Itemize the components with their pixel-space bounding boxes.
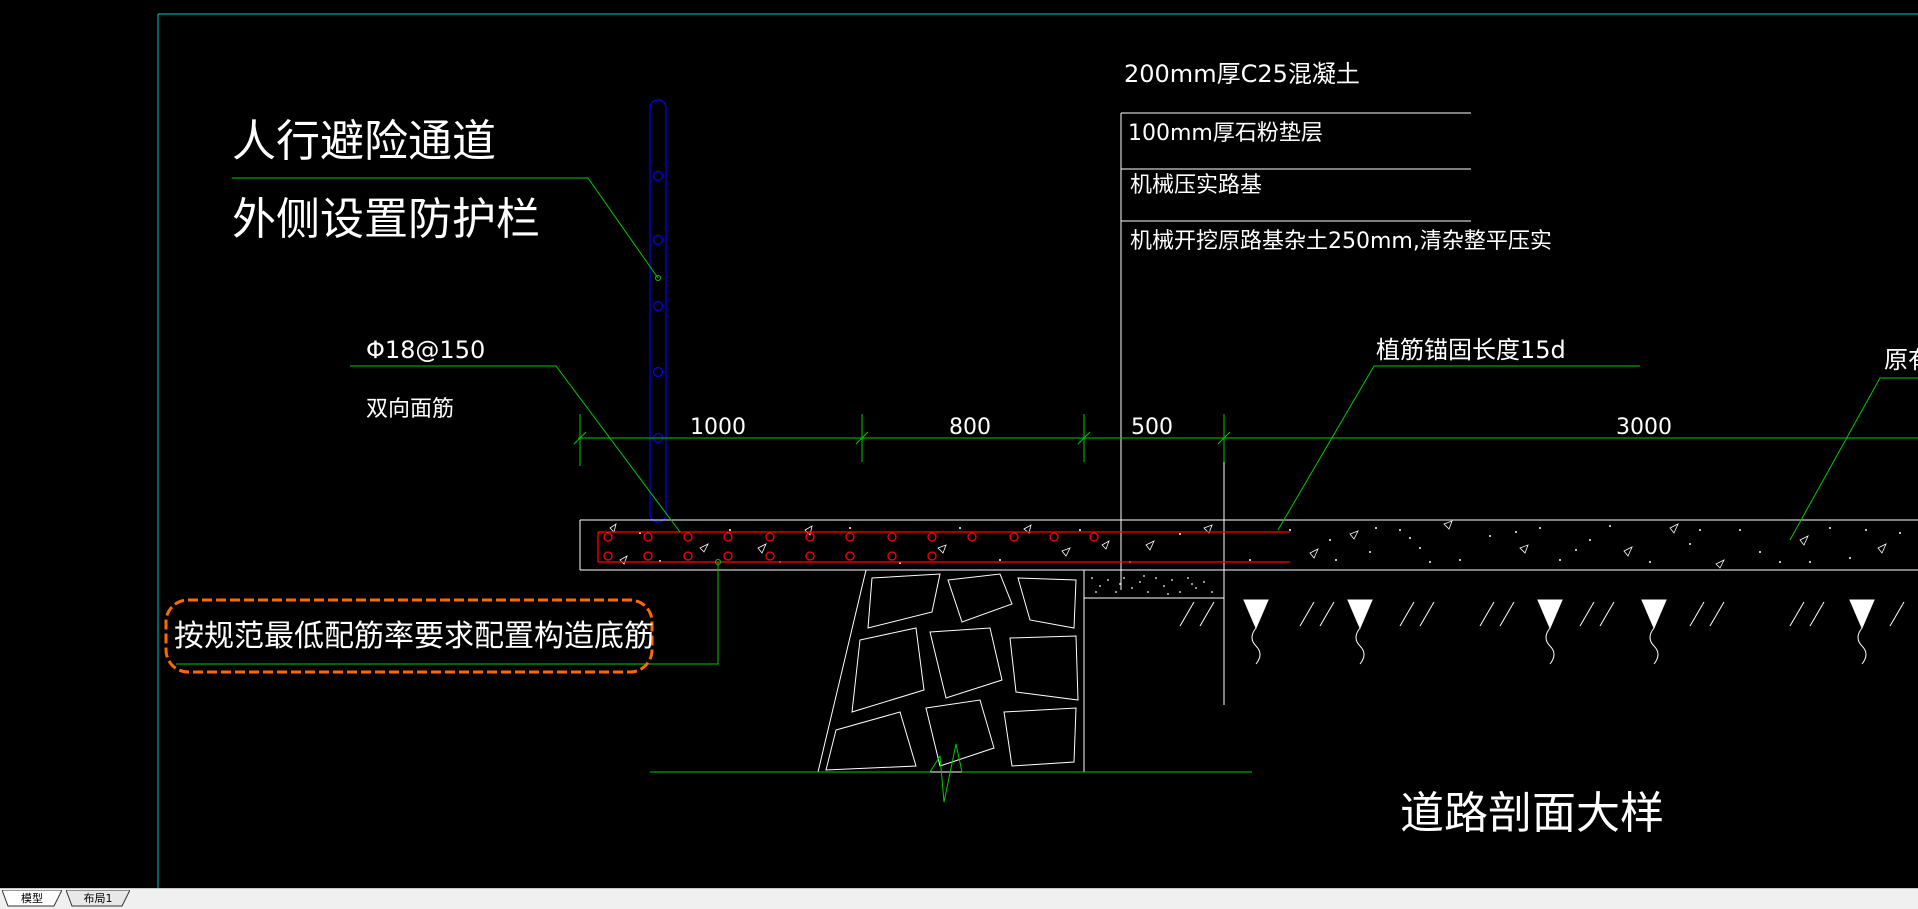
dimension-800: 800 xyxy=(949,415,991,440)
tab-model-label: 模型 xyxy=(21,892,43,905)
existing-subgrade-hatch xyxy=(1179,599,1905,665)
tab-layout1[interactable]: 布局1 xyxy=(66,890,130,907)
rebar-desc-label: 双向面筋 xyxy=(366,397,454,422)
ground-break-line xyxy=(650,743,1252,803)
dimension-3000: 3000 xyxy=(1616,415,1672,440)
section-title: 道路剖面大样 xyxy=(1400,788,1664,839)
gravel-cushion xyxy=(1083,570,1224,599)
rubble-foundation xyxy=(817,569,1085,773)
dimension-lines xyxy=(573,414,1918,466)
guardrail-label: 外侧设置防护栏 xyxy=(232,194,540,245)
dimension-500: 500 xyxy=(1131,415,1173,440)
layer-table xyxy=(1120,112,1471,705)
tab-model[interactable]: 模型 xyxy=(2,890,62,907)
dimension-1000: 1000 xyxy=(690,415,746,440)
layer-gravel-label: 100mm厚石粉垫层 xyxy=(1128,121,1323,146)
layer-excavate-label: 机械开挖原路基杂土250mm,清杂整平压实 xyxy=(1130,229,1552,254)
walkway-label: 人行避险通道 xyxy=(232,116,496,167)
tab-layout1-label: 布局1 xyxy=(83,892,113,905)
rebar-spec-label: Φ18@150 xyxy=(366,336,485,364)
bottom-rebar-note: 按规范最低配筋率要求配置构造底筋 xyxy=(174,619,654,654)
layer-subgrade-label: 机械压实路基 xyxy=(1130,173,1262,198)
layer-concrete-label: 200mm厚C25混凝土 xyxy=(1124,60,1360,88)
cad-drawing-canvas[interactable]: 1000 800 500 3000 人行避险通道 外侧设置防护栏 Φ18@150… xyxy=(0,0,1918,888)
anchor-length-label: 植筋锚固长度15d xyxy=(1376,336,1566,364)
layout-tab-bar: 模型 布局1 xyxy=(0,888,1918,909)
existing-road-label: 原有 xyxy=(1884,346,1918,374)
guardrail-post xyxy=(649,99,667,523)
